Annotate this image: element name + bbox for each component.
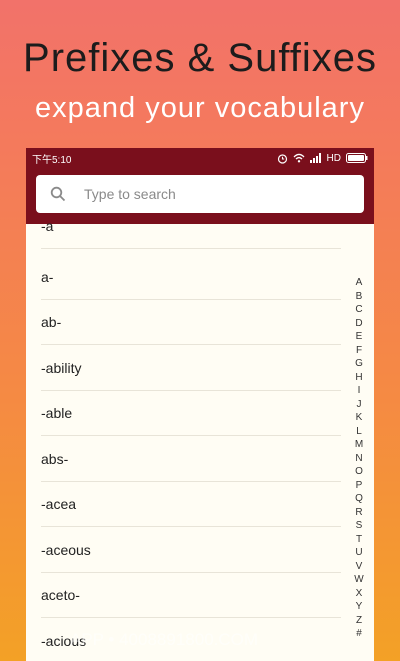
index-letter[interactable]: I <box>358 384 361 398</box>
index-letter[interactable]: Z <box>356 614 362 628</box>
search-input[interactable] <box>82 185 336 203</box>
index-letter[interactable]: M <box>355 438 363 452</box>
index-letter[interactable]: D <box>355 317 362 331</box>
list-item[interactable]: -able <box>41 390 341 436</box>
list-item-label: abs- <box>41 450 69 467</box>
list-item[interactable]: ab- <box>41 299 341 345</box>
list-item-label: -acea <box>41 495 77 512</box>
list-item-label: -able <box>41 404 73 421</box>
index-letter[interactable]: V <box>356 560 363 574</box>
index-letter[interactable]: J <box>357 398 362 412</box>
index-letter[interactable]: # <box>356 627 362 641</box>
alphabet-index[interactable]: A B C D E F G H I J K L M N O P Q R S T … <box>353 276 365 641</box>
index-letter[interactable]: B <box>356 290 363 304</box>
promo-title: Prefixes & Suffixes <box>23 36 377 80</box>
list-item-label: aceto- <box>41 586 80 603</box>
index-letter[interactable]: W <box>354 573 363 587</box>
list-item[interactable]: -ability <box>41 345 341 391</box>
list-item[interactable]: -acea <box>41 481 341 527</box>
index-letter[interactable]: C <box>355 303 362 317</box>
list-item-label: -ability <box>41 359 82 376</box>
index-letter[interactable]: T <box>356 533 362 547</box>
list-item-label: a- <box>41 268 54 285</box>
list-item[interactable]: abs- <box>41 436 341 482</box>
index-letter[interactable]: O <box>355 465 363 479</box>
index-letter[interactable]: X <box>356 587 363 601</box>
list-item-label: ab- <box>41 313 62 330</box>
status-bar: 下午5:10 HD <box>26 148 374 168</box>
wifi-icon <box>293 153 305 163</box>
index-letter[interactable]: Y <box>356 600 363 614</box>
list-item[interactable]: -aceous <box>41 527 341 573</box>
index-letter[interactable]: K <box>356 411 363 425</box>
index-letter[interactable]: P <box>356 479 363 493</box>
index-letter[interactable]: H <box>355 371 362 385</box>
battery-icon <box>346 153 368 163</box>
alarm-icon <box>277 153 287 164</box>
index-letter[interactable]: N <box>355 452 362 466</box>
network-type: HD <box>326 152 341 164</box>
index-letter[interactable]: L <box>356 425 362 439</box>
list-item[interactable]: a- <box>41 254 341 300</box>
promo-subtitle: expand your vocabulary <box>35 92 365 124</box>
index-letter[interactable]: R <box>355 506 362 520</box>
index-letter[interactable]: U <box>355 546 362 560</box>
status-time: 下午5:10 <box>32 154 72 166</box>
index-letter[interactable]: A <box>356 276 363 290</box>
phone-screen: 下午5:10 HD Type to search -a a- ab- -abil… <box>26 148 374 661</box>
list-item[interactable]: aceto- <box>41 572 341 618</box>
index-letter[interactable]: S <box>356 519 363 533</box>
search-icon <box>50 186 66 202</box>
index-letter[interactable]: Q <box>355 492 363 506</box>
watermark: APP • 4008891800.COM <box>70 630 259 649</box>
index-letter[interactable]: F <box>356 344 362 358</box>
list-item-label: -a <box>41 217 54 234</box>
index-letter[interactable]: G <box>355 357 363 371</box>
list-item-label: -aceous <box>41 541 91 558</box>
list-item[interactable]: -a <box>41 203 341 249</box>
signal-icon <box>309 153 321 163</box>
index-letter[interactable]: E <box>356 330 363 344</box>
